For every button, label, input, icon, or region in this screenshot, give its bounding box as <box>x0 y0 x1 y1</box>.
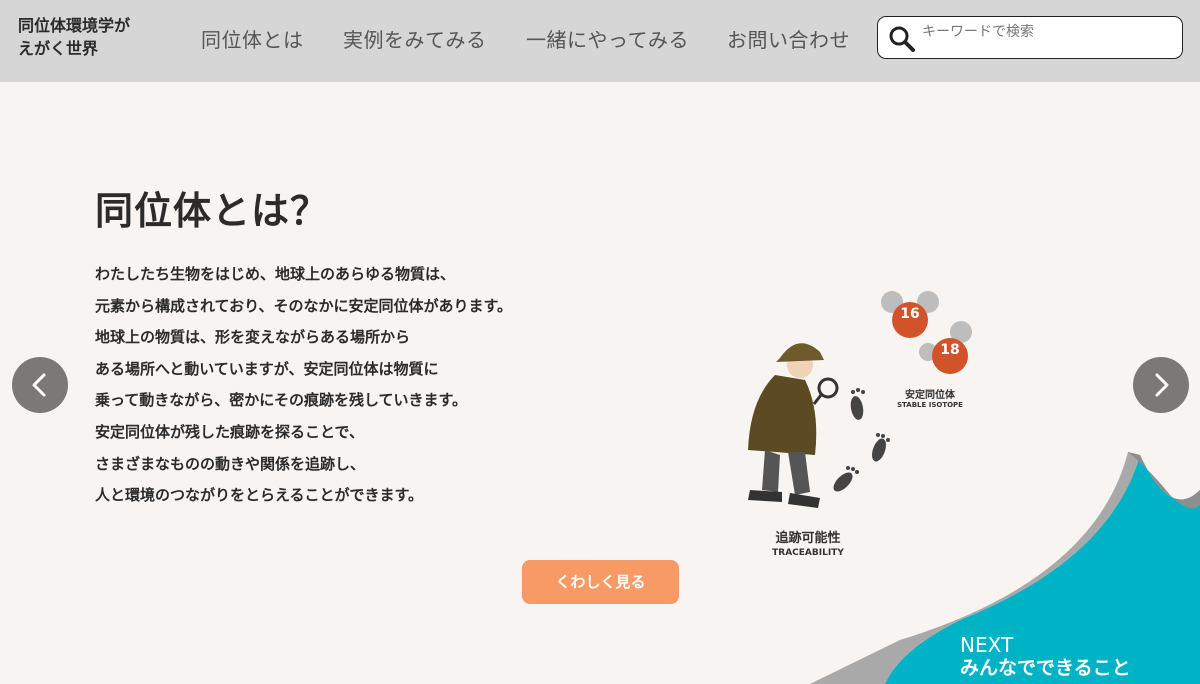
nav-item-examples[interactable]: 実例をみてみる <box>343 24 487 53</box>
site-logo[interactable]: 同位体環境学が えがく世界 <box>18 14 168 60</box>
search-box[interactable] <box>877 16 1183 59</box>
intro-line: 元素から構成されており、そのなかに安定同位体があります。 <box>95 296 513 315</box>
chevron-right-icon <box>1155 373 1169 397</box>
search-input[interactable] <box>922 21 1172 43</box>
detective-illustration: 16 18 安定同位体 STABLE ISOTOPE 追跡可能性 TRACEAB… <box>720 280 1000 570</box>
stable-isotope-en-label: STABLE ISOTOPE <box>897 401 963 409</box>
intro-line: わたしたち生物をはじめ、地球上のあらゆる物質は、 <box>95 265 456 283</box>
nav-item-about-isotopes[interactable]: 同位体とは <box>201 24 304 53</box>
intro-text: わたしたち生物をはじめ、地球上のあらゆる物質は、 元素から構成されており、そのな… <box>95 261 615 514</box>
search-icon[interactable] <box>888 25 916 53</box>
next-title: みんなでできること <box>960 657 1131 679</box>
intro-line: 地球上の物質は、形を変えながらある場所から <box>95 328 411 347</box>
nav-item-contact[interactable]: お問い合わせ <box>727 24 850 53</box>
traceability-label: 追跡可能性 <box>775 531 841 546</box>
isotope-18-label: 18 <box>940 342 960 358</box>
learn-more-button[interactable]: くわしく見る <box>522 560 679 604</box>
chevron-left-icon <box>32 373 46 397</box>
next-section-link[interactable]: NEXT みんなでできること <box>960 634 1131 680</box>
page-title: 同位体とは？ <box>95 189 330 233</box>
next-label: NEXT <box>960 633 1014 657</box>
traceability-en-label: TRACEABILITY <box>772 548 844 558</box>
site-header: 同位体環境学が えがく世界 同位体とは 実例をみてみる 一緒にやってみる お問い… <box>0 0 1200 82</box>
intro-line: 人と環境のつながりをとらえることができます。 <box>95 486 424 505</box>
intro-line: 乗って動きながら、密かにその痕跡を残していきます。 <box>95 391 468 410</box>
intro-line: 安定同位体が残した痕跡を探ることで、 <box>95 422 364 441</box>
carousel-next-button[interactable] <box>1133 357 1189 413</box>
stable-isotope-label: 安定同位体 <box>905 390 955 401</box>
carousel-prev-button[interactable] <box>12 357 68 413</box>
isotope-16-label: 16 <box>900 306 920 322</box>
intro-line: さまざまなものの動きや関係を追跡し、 <box>95 454 366 473</box>
intro-line: ある場所へと動いていますが、安定同位体は物質に <box>95 359 439 378</box>
nav-item-try-together[interactable]: 一緒にやってみる <box>526 24 689 53</box>
